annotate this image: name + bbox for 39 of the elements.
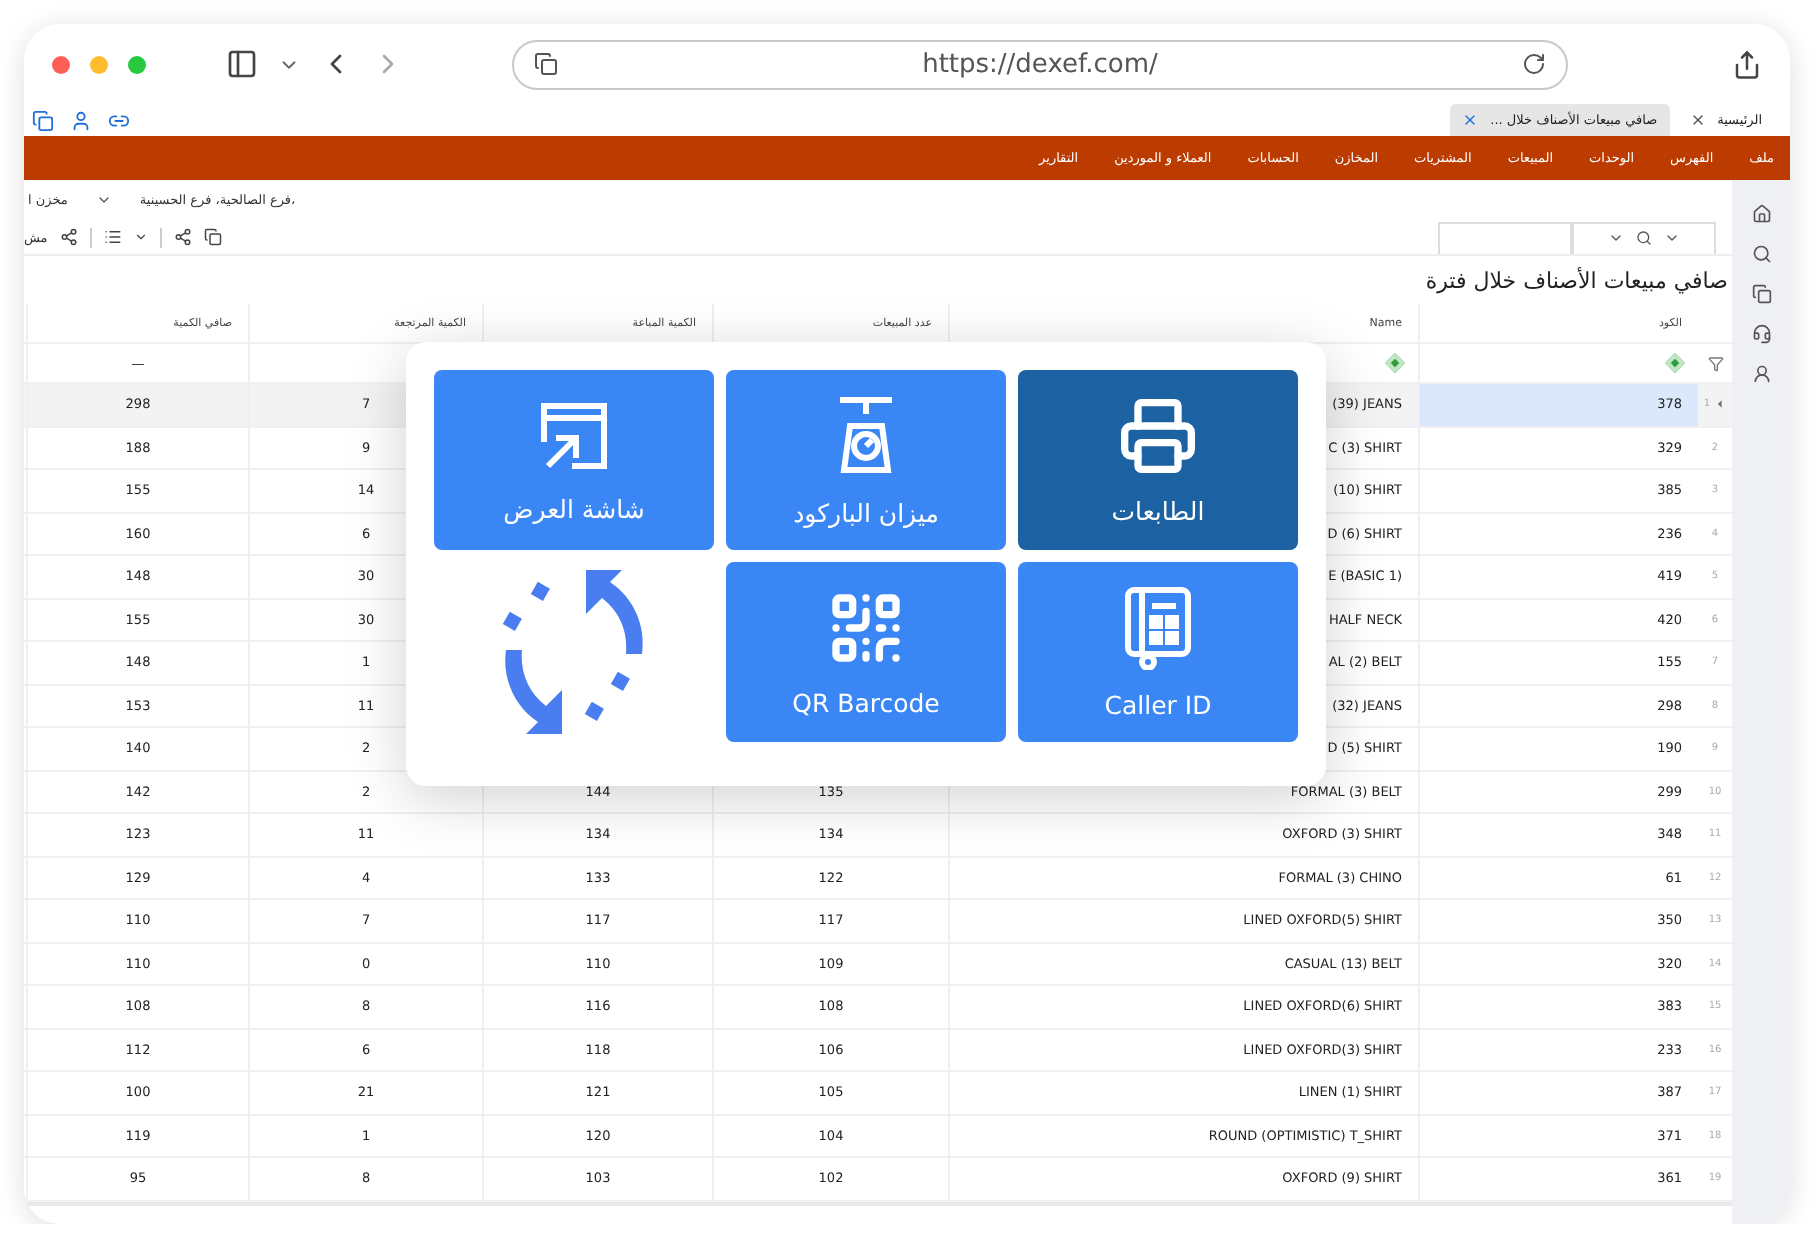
device-tile[interactable]: Caller ID	[1018, 562, 1298, 742]
reload-icon[interactable]	[1522, 52, 1546, 76]
export-icon[interactable]	[59, 228, 78, 246]
device-tile[interactable]: شاشة العرض	[434, 370, 714, 550]
filter-operator-icon[interactable]	[1665, 353, 1685, 373]
search-field[interactable]	[1572, 221, 1716, 253]
home-icon[interactable]	[1751, 204, 1771, 224]
printer-icon	[1118, 395, 1198, 475]
device-tile[interactable]: QR Barcode	[726, 562, 1006, 742]
copy-icon[interactable]	[1751, 284, 1771, 304]
list-icon[interactable]	[103, 228, 122, 246]
headset-icon[interactable]	[1751, 324, 1771, 344]
report-title: صافي مبيعات الأصناف خلال فترة	[1423, 265, 1730, 298]
filter-icon[interactable]	[1707, 355, 1723, 371]
user-icon[interactable]	[70, 109, 92, 131]
search-icon	[1636, 230, 1652, 246]
share-icon[interactable]	[1732, 49, 1762, 79]
filter-operator-icon[interactable]	[1385, 353, 1405, 373]
sidebar-icon[interactable]	[226, 48, 258, 80]
chevron-down-icon	[1608, 230, 1624, 246]
desk-phone-icon	[1124, 585, 1192, 669]
user-icon[interactable]	[1751, 364, 1771, 384]
current-row-icon	[1714, 398, 1727, 411]
search-icon[interactable]	[1751, 244, 1771, 264]
copy-icon[interactable]	[203, 228, 222, 246]
close-icon[interactable]	[1462, 112, 1479, 128]
chevron-down-icon[interactable]	[133, 230, 148, 244]
export-icon[interactable]	[173, 228, 192, 246]
url-text: https://dexef.com/	[920, 49, 1160, 79]
device-tile[interactable]: ميزان الباركود	[726, 370, 1006, 550]
close-icon[interactable]	[1689, 112, 1706, 128]
chevron-down-icon[interactable]	[95, 192, 112, 208]
device-tile[interactable]: الطابعات	[1018, 370, 1298, 550]
close-window-button[interactable]	[52, 55, 70, 73]
chevron-down-icon	[1664, 230, 1680, 246]
address-field[interactable]: https://dexef.com/	[512, 39, 1568, 89]
input-field[interactable]	[1438, 221, 1572, 253]
copy-icon[interactable]	[32, 109, 54, 131]
window-arrow-icon	[536, 397, 612, 473]
